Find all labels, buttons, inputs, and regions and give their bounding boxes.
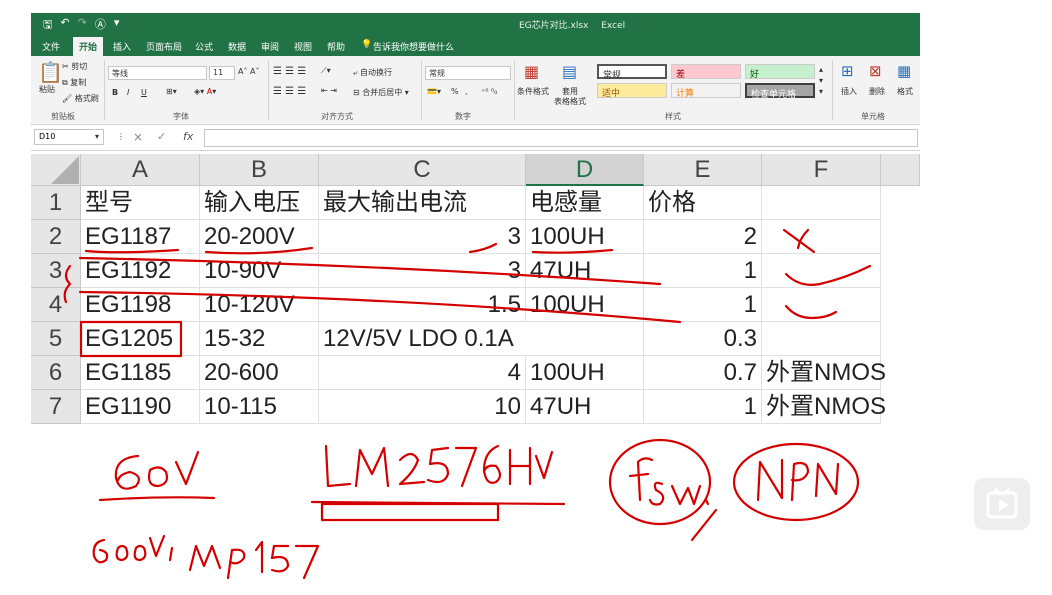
annotation-text-mp157 [294,544,320,580]
annotation-text-fsw [628,457,654,502]
annotation-text-lm2576hv [324,444,352,488]
annotation-box [320,502,500,522]
annotation-text-lm2576hv [534,450,554,480]
annotation-underline [468,242,498,254]
annotation-text-mp157 [254,540,264,574]
annotation-underline [78,290,682,324]
annotation-text-600v [148,534,166,558]
annotation-text-lm2576hv [426,446,450,484]
annotation-text-mp157 [270,544,290,573]
annotation-text-lm2576hv [454,446,478,488]
annotation-text-npn [814,462,840,498]
annotation-text-fsw [670,484,702,506]
annotation-text-600v [92,538,109,564]
handwritten-annotations [63,228,872,580]
annotation-underline [204,246,314,255]
annotation-text-lm2576hv [482,444,502,484]
annotation-text-60v [147,466,169,488]
annotation-underline [78,256,662,286]
annotation-x-mark [782,228,816,254]
annotation-text-lm2576hv [508,446,532,486]
video-play-button[interactable] [974,478,1030,530]
annotation-text-60v [174,450,200,486]
annotation-circle [732,442,860,522]
annotation-underline [531,248,614,254]
annotation-text-lm2576hv [398,452,426,486]
annotation-text-600v [115,544,129,562]
annotation-text-600v [168,546,174,562]
annotation-text-fsw [704,498,710,506]
annotation-stroke [690,508,718,542]
annotation-box [79,320,183,358]
annotation-text-lm2576hv [354,446,390,488]
annotation-text-600v [133,544,147,562]
annotation-text-mp157 [226,548,246,580]
annotation-check-mark [784,264,872,286]
annotation-text-npn [790,461,810,502]
play-icon [986,488,1018,519]
annotation-underline [98,496,216,502]
annotation-text-60v [114,454,140,490]
annotation-text-fsw [648,481,665,506]
annotation-check-mark [784,304,838,320]
annotation-text-npn [756,458,784,502]
annotation-circle [608,438,712,526]
annotation-bracket [63,264,72,304]
annotation-underline [84,248,180,254]
annotation-text-mp157 [188,544,222,572]
